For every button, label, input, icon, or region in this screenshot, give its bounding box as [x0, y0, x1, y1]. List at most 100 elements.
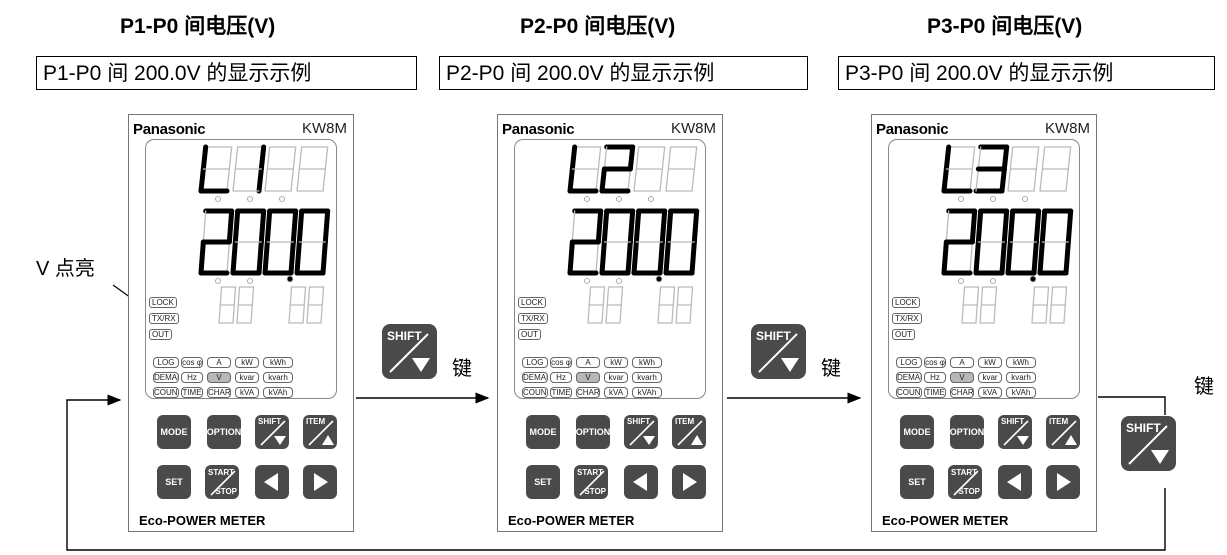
item-button[interactable]: ITEM [672, 415, 706, 449]
unit-label-cos: cos φ [181, 357, 203, 368]
stop-label: STOP [215, 487, 237, 496]
segment-b [321, 286, 325, 306]
item-label: ITEM [675, 417, 695, 426]
segment-f [237, 286, 241, 306]
segment-e [1031, 304, 1034, 324]
option-button[interactable]: OPTION [950, 415, 984, 449]
set-label: SET [534, 477, 552, 487]
side-label-out: OUT [892, 329, 915, 340]
segment-e [198, 239, 206, 276]
shift-key-3[interactable]: SHIFT [1121, 416, 1176, 471]
unit-label-charge: CHARGE [207, 387, 231, 398]
shift-down-icon [758, 333, 799, 373]
segment-f [1007, 208, 1016, 245]
right-arrow-button[interactable] [1046, 465, 1080, 499]
indicator-dot [616, 196, 622, 202]
segment-f [234, 146, 239, 170]
segment-c [232, 304, 235, 324]
segment-c [1045, 304, 1048, 324]
unit-label-count: COUNT [896, 387, 922, 398]
right-arrow-icon [683, 473, 697, 491]
segment-b [251, 286, 255, 306]
segment-e [941, 239, 949, 276]
set-button[interactable]: SET [157, 465, 191, 499]
unit-label-kvar: kvar [235, 372, 259, 383]
shift-button[interactable]: SHIFT [255, 415, 289, 449]
segment-c [290, 168, 294, 192]
option-button[interactable]: OPTION [207, 415, 241, 449]
unit-label-kw: kW [235, 357, 259, 368]
right-arrow-button[interactable] [303, 465, 337, 499]
start-stop-button[interactable]: START STOP [948, 465, 982, 499]
segment-f [980, 286, 984, 306]
unit-label-kvah: kVAh [1006, 387, 1036, 398]
stop-label: STOP [958, 487, 980, 496]
segment-c [1033, 168, 1037, 192]
unit-label-v: V [576, 372, 600, 383]
unit-label-kva: kVA [978, 387, 1002, 398]
start-label: START [951, 468, 978, 477]
segment-c [226, 241, 230, 274]
item-button[interactable]: ITEM [1046, 415, 1080, 449]
segment-b [627, 208, 636, 245]
segment-b [1001, 144, 1010, 172]
segment-f [658, 286, 662, 306]
option-label: OPTION [575, 427, 611, 437]
segment-f [1039, 208, 1048, 245]
start-stop-button[interactable]: START STOP [574, 465, 608, 499]
segment-f [571, 210, 576, 243]
shift-button[interactable]: SHIFT [998, 415, 1032, 449]
segment-e [599, 166, 607, 194]
right-arrow-button[interactable] [672, 465, 706, 499]
shift-key-1[interactable]: SHIFT [382, 324, 437, 379]
segment-e [230, 239, 238, 276]
segment-c [999, 239, 1007, 276]
segment-b [597, 146, 602, 170]
key-label-3: 键 [1194, 376, 1214, 398]
shift-down-icon [389, 333, 430, 373]
unit-label-kvar: kvar [604, 372, 628, 383]
unit-label-demand: DEMAND [896, 372, 922, 383]
shift-button[interactable]: SHIFT [624, 415, 658, 449]
indicator-dot [584, 196, 590, 202]
segment-e [294, 239, 302, 276]
set-button[interactable]: SET [526, 465, 560, 499]
unit-label-kvah: kVAh [263, 387, 293, 398]
segment-f [266, 146, 271, 170]
segment-e [264, 168, 268, 192]
segment-c [1031, 239, 1039, 276]
mode-button[interactable]: MODE [900, 415, 934, 449]
mode-button[interactable]: MODE [526, 415, 560, 449]
segment-c [595, 241, 599, 274]
indicator-dot [990, 278, 996, 284]
lcd-segments [198, 144, 331, 324]
side-label-out: OUT [518, 329, 541, 340]
segment-f [200, 144, 209, 172]
left-arrow-button[interactable] [255, 465, 289, 499]
segment-c [993, 304, 996, 324]
segment-c [226, 168, 230, 192]
segment-f [202, 210, 207, 243]
segment-b [228, 146, 233, 170]
start-stop-button[interactable]: START STOP [205, 465, 239, 499]
segment-b [690, 286, 694, 306]
segment-b [1001, 208, 1010, 245]
segment-c [999, 166, 1007, 194]
segment-b [1035, 146, 1040, 170]
item-button[interactable]: ITEM [303, 415, 337, 449]
option-button[interactable]: OPTION [576, 415, 610, 449]
shift-key-2[interactable]: SHIFT [751, 324, 806, 379]
stop-label: STOP [584, 487, 606, 496]
indicator-dot [958, 196, 964, 202]
segment-b [1046, 286, 1050, 306]
segment-e [296, 168, 300, 192]
segment-b [659, 208, 668, 245]
segment-e [675, 304, 678, 324]
meter-footer: Eco-POWER METER [882, 513, 1009, 528]
set-button[interactable]: SET [900, 465, 934, 499]
segment-c [969, 168, 973, 192]
left-arrow-button[interactable] [998, 465, 1032, 499]
segment-e [218, 304, 221, 324]
mode-button[interactable]: MODE [157, 415, 191, 449]
left-arrow-button[interactable] [624, 465, 658, 499]
